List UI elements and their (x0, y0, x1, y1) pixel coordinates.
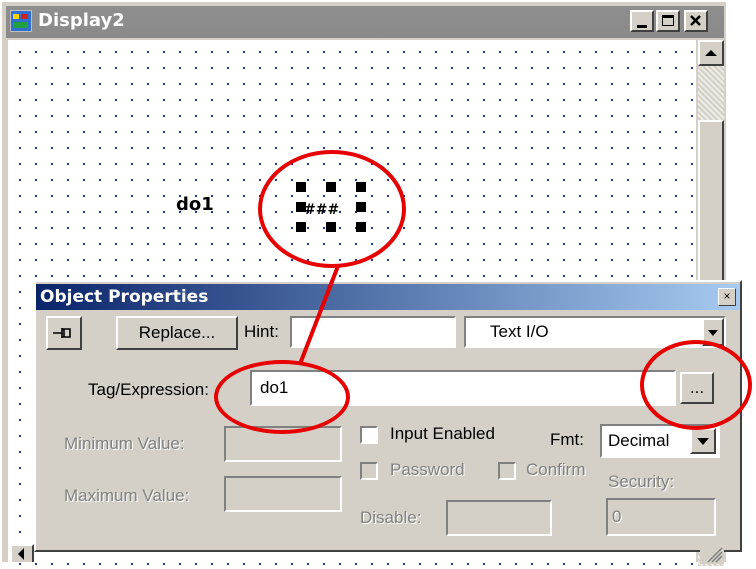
annotation-connector (298, 265, 340, 365)
